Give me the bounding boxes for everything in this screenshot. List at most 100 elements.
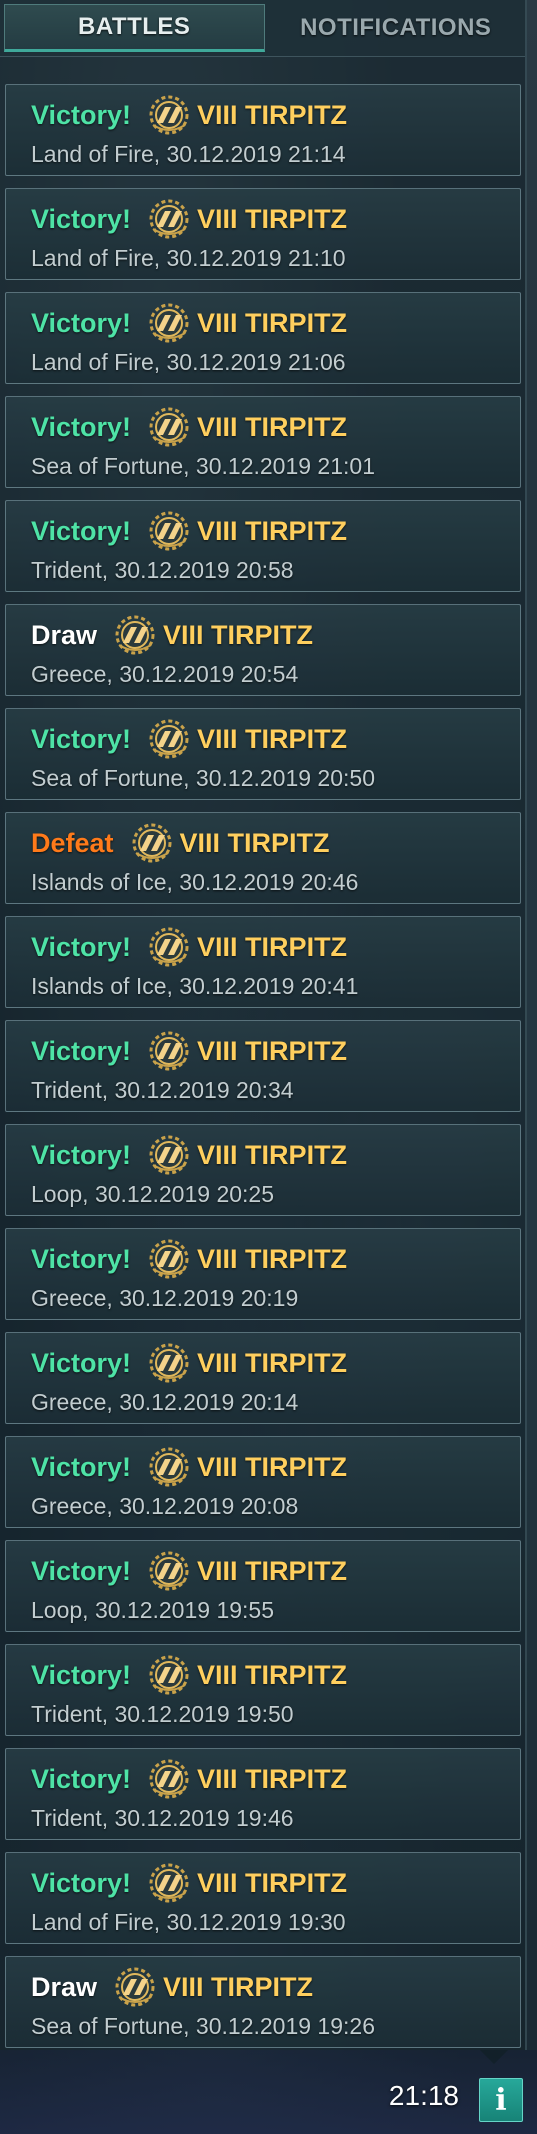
battle-result: Victory! bbox=[31, 1763, 132, 1794]
battle-header: Victory! VIII TIRPITZ bbox=[31, 719, 347, 759]
battle-header: Victory! VIII TIRPITZ bbox=[31, 1447, 347, 1487]
battle-details: Greece, 30.12.2019 20:14 bbox=[31, 1389, 299, 1415]
ship-name: VIII TIRPITZ bbox=[163, 619, 314, 650]
ship-name: VIII TIRPITZ bbox=[197, 1867, 348, 1898]
battle-card[interactable]: Victory! VIII TIRPITZ Greece, 30.12.2019… bbox=[5, 1228, 521, 1320]
laurel-emblem-icon bbox=[132, 823, 172, 863]
laurel-emblem-icon bbox=[149, 303, 189, 343]
laurel-emblem-icon bbox=[149, 1135, 189, 1175]
battle-header: Victory! VIII TIRPITZ bbox=[31, 1863, 347, 1903]
battle-details: Islands of Ice, 30.12.2019 20:41 bbox=[31, 973, 359, 999]
battle-header: Draw VIII TIRPITZ bbox=[31, 1967, 313, 2007]
laurel-emblem-icon bbox=[149, 1343, 189, 1383]
battle-header: Victory! VIII TIRPITZ bbox=[31, 927, 347, 967]
panel-pointer bbox=[480, 2050, 508, 2064]
battle-card[interactable]: Victory! VIII TIRPITZ Greece, 30.12.2019… bbox=[5, 1332, 521, 1424]
battle-card[interactable]: Victory! VIII TIRPITZ Sea of Fortune, 30… bbox=[5, 708, 521, 800]
laurel-emblem-icon bbox=[149, 511, 189, 551]
ship-name: VIII TIRPITZ bbox=[197, 1347, 348, 1378]
battle-details: Loop, 30.12.2019 20:25 bbox=[31, 1181, 275, 1207]
ship-name: VIII TIRPITZ bbox=[197, 99, 348, 130]
ship-name: VIII TIRPITZ bbox=[197, 515, 348, 546]
battle-card[interactable]: Victory! VIII TIRPITZ Greece, 30.12.2019… bbox=[5, 1436, 521, 1528]
ship-name: VIII TIRPITZ bbox=[197, 1763, 348, 1794]
battle-header: Victory! VIII TIRPITZ bbox=[31, 1031, 347, 1071]
battle-details: Greece, 30.12.2019 20:08 bbox=[31, 1493, 299, 1519]
ship-name: VIII TIRPITZ bbox=[197, 1451, 348, 1482]
battle-card[interactable]: Defeat VIII TIRPITZ Islands of Ice, 30.1… bbox=[5, 812, 521, 904]
battle-details: Trident, 30.12.2019 19:50 bbox=[31, 1701, 294, 1727]
battle-card[interactable]: Draw VIII TIRPITZ Greece, 30.12.2019 20:… bbox=[5, 604, 521, 696]
battle-header: Victory! VIII TIRPITZ bbox=[31, 1655, 347, 1695]
clock: 21:18 bbox=[388, 2080, 459, 2111]
battle-result: Victory! bbox=[31, 99, 132, 130]
laurel-emblem-icon bbox=[149, 719, 189, 759]
battle-card[interactable]: Victory! VIII TIRPITZ Trident, 30.12.201… bbox=[5, 1748, 521, 1840]
battle-details: Trident, 30.12.2019 19:46 bbox=[31, 1805, 294, 1831]
battle-result: Victory! bbox=[31, 307, 132, 338]
battle-header: Victory! VIII TIRPITZ bbox=[31, 1239, 347, 1279]
battle-card[interactable]: Victory! VIII TIRPITZ Land of Fire, 30.1… bbox=[5, 1852, 521, 1944]
battle-result: Victory! bbox=[31, 931, 132, 962]
battle-header: Victory! VIII TIRPITZ bbox=[31, 1135, 347, 1175]
ship-name: VIII TIRPITZ bbox=[179, 827, 330, 858]
laurel-emblem-icon bbox=[149, 1447, 189, 1487]
battle-list: Victory! VIII TIRPITZ Land of Fire, 30.1… bbox=[5, 84, 521, 2060]
info-icon: i bbox=[495, 2082, 507, 2118]
battle-result: Victory! bbox=[31, 1867, 132, 1898]
battle-card[interactable]: Victory! VIII TIRPITZ Islands of Ice, 30… bbox=[5, 916, 521, 1008]
laurel-emblem-icon bbox=[149, 407, 189, 447]
battle-details: Greece, 30.12.2019 20:19 bbox=[31, 1285, 299, 1311]
battle-card[interactable]: Victory! VIII TIRPITZ Loop, 30.12.2019 1… bbox=[5, 1540, 521, 1632]
tab-bar: BATTLES NOTIFICATIONS bbox=[0, 0, 525, 57]
battle-header: Defeat VIII TIRPITZ bbox=[31, 823, 330, 863]
battle-card[interactable]: Victory! VIII TIRPITZ Land of Fire, 30.1… bbox=[5, 84, 521, 176]
battle-details: Land of Fire, 30.12.2019 19:30 bbox=[31, 1909, 346, 1935]
ship-name: VIII TIRPITZ bbox=[197, 1555, 348, 1586]
battle-card[interactable]: Draw VIII TIRPITZ Sea of Fortune, 30.12.… bbox=[5, 1956, 521, 2048]
battle-card[interactable]: Victory! VIII TIRPITZ Land of Fire, 30.1… bbox=[5, 188, 521, 280]
battle-header: Victory! VIII TIRPITZ bbox=[31, 1343, 347, 1383]
battle-result: Victory! bbox=[31, 1035, 132, 1066]
ship-name: VIII TIRPITZ bbox=[197, 1139, 348, 1170]
ship-name: VIII TIRPITZ bbox=[197, 411, 348, 442]
battle-card[interactable]: Victory! VIII TIRPITZ Trident, 30.12.201… bbox=[5, 500, 521, 592]
battle-result: Victory! bbox=[31, 1139, 132, 1170]
battle-result: Victory! bbox=[31, 411, 132, 442]
battle-result: Victory! bbox=[31, 515, 132, 546]
battle-result: Defeat bbox=[31, 827, 114, 858]
battle-history-panel: BATTLES NOTIFICATIONS Victory! VIII TIRP… bbox=[0, 0, 527, 2050]
battle-header: Victory! VIII TIRPITZ bbox=[31, 511, 347, 551]
battle-result: Victory! bbox=[31, 1451, 132, 1482]
laurel-emblem-icon bbox=[149, 927, 189, 967]
battle-details: Land of Fire, 30.12.2019 21:14 bbox=[31, 141, 346, 167]
battle-header: Draw VIII TIRPITZ bbox=[31, 615, 313, 655]
tab-battles[interactable]: BATTLES bbox=[4, 4, 265, 52]
battle-result: Victory! bbox=[31, 203, 132, 234]
battle-card[interactable]: Victory! VIII TIRPITZ Loop, 30.12.2019 2… bbox=[5, 1124, 521, 1216]
battle-details: Trident, 30.12.2019 20:34 bbox=[31, 1077, 294, 1103]
battle-card[interactable]: Victory! VIII TIRPITZ Land of Fire, 30.1… bbox=[5, 292, 521, 384]
battle-header: Victory! VIII TIRPITZ bbox=[31, 95, 347, 135]
battle-card[interactable]: Victory! VIII TIRPITZ Trident, 30.12.201… bbox=[5, 1644, 521, 1736]
laurel-emblem-icon bbox=[149, 1239, 189, 1279]
battle-details: Land of Fire, 30.12.2019 21:06 bbox=[31, 349, 346, 375]
battle-details: Islands of Ice, 30.12.2019 20:46 bbox=[31, 869, 359, 895]
laurel-emblem-icon bbox=[149, 1863, 189, 1903]
ship-name: VIII TIRPITZ bbox=[197, 307, 348, 338]
battle-result: Victory! bbox=[31, 1243, 132, 1274]
battle-result: Victory! bbox=[31, 1659, 132, 1690]
ship-name: VIII TIRPITZ bbox=[197, 1243, 348, 1274]
battle-details: Sea of Fortune, 30.12.2019 20:50 bbox=[31, 765, 375, 791]
laurel-emblem-icon bbox=[115, 615, 155, 655]
info-button[interactable]: i bbox=[479, 2078, 523, 2122]
laurel-emblem-icon bbox=[149, 95, 189, 135]
ship-name: VIII TIRPITZ bbox=[163, 1971, 314, 2002]
battle-header: Victory! VIII TIRPITZ bbox=[31, 1759, 347, 1799]
battle-card[interactable]: Victory! VIII TIRPITZ Sea of Fortune, 30… bbox=[5, 396, 521, 488]
battle-card[interactable]: Victory! VIII TIRPITZ Trident, 30.12.201… bbox=[5, 1020, 521, 1112]
battle-header: Victory! VIII TIRPITZ bbox=[31, 303, 347, 343]
battle-result: Draw bbox=[31, 619, 98, 650]
ship-name: VIII TIRPITZ bbox=[197, 931, 348, 962]
tab-notifications[interactable]: NOTIFICATIONS bbox=[267, 0, 526, 56]
